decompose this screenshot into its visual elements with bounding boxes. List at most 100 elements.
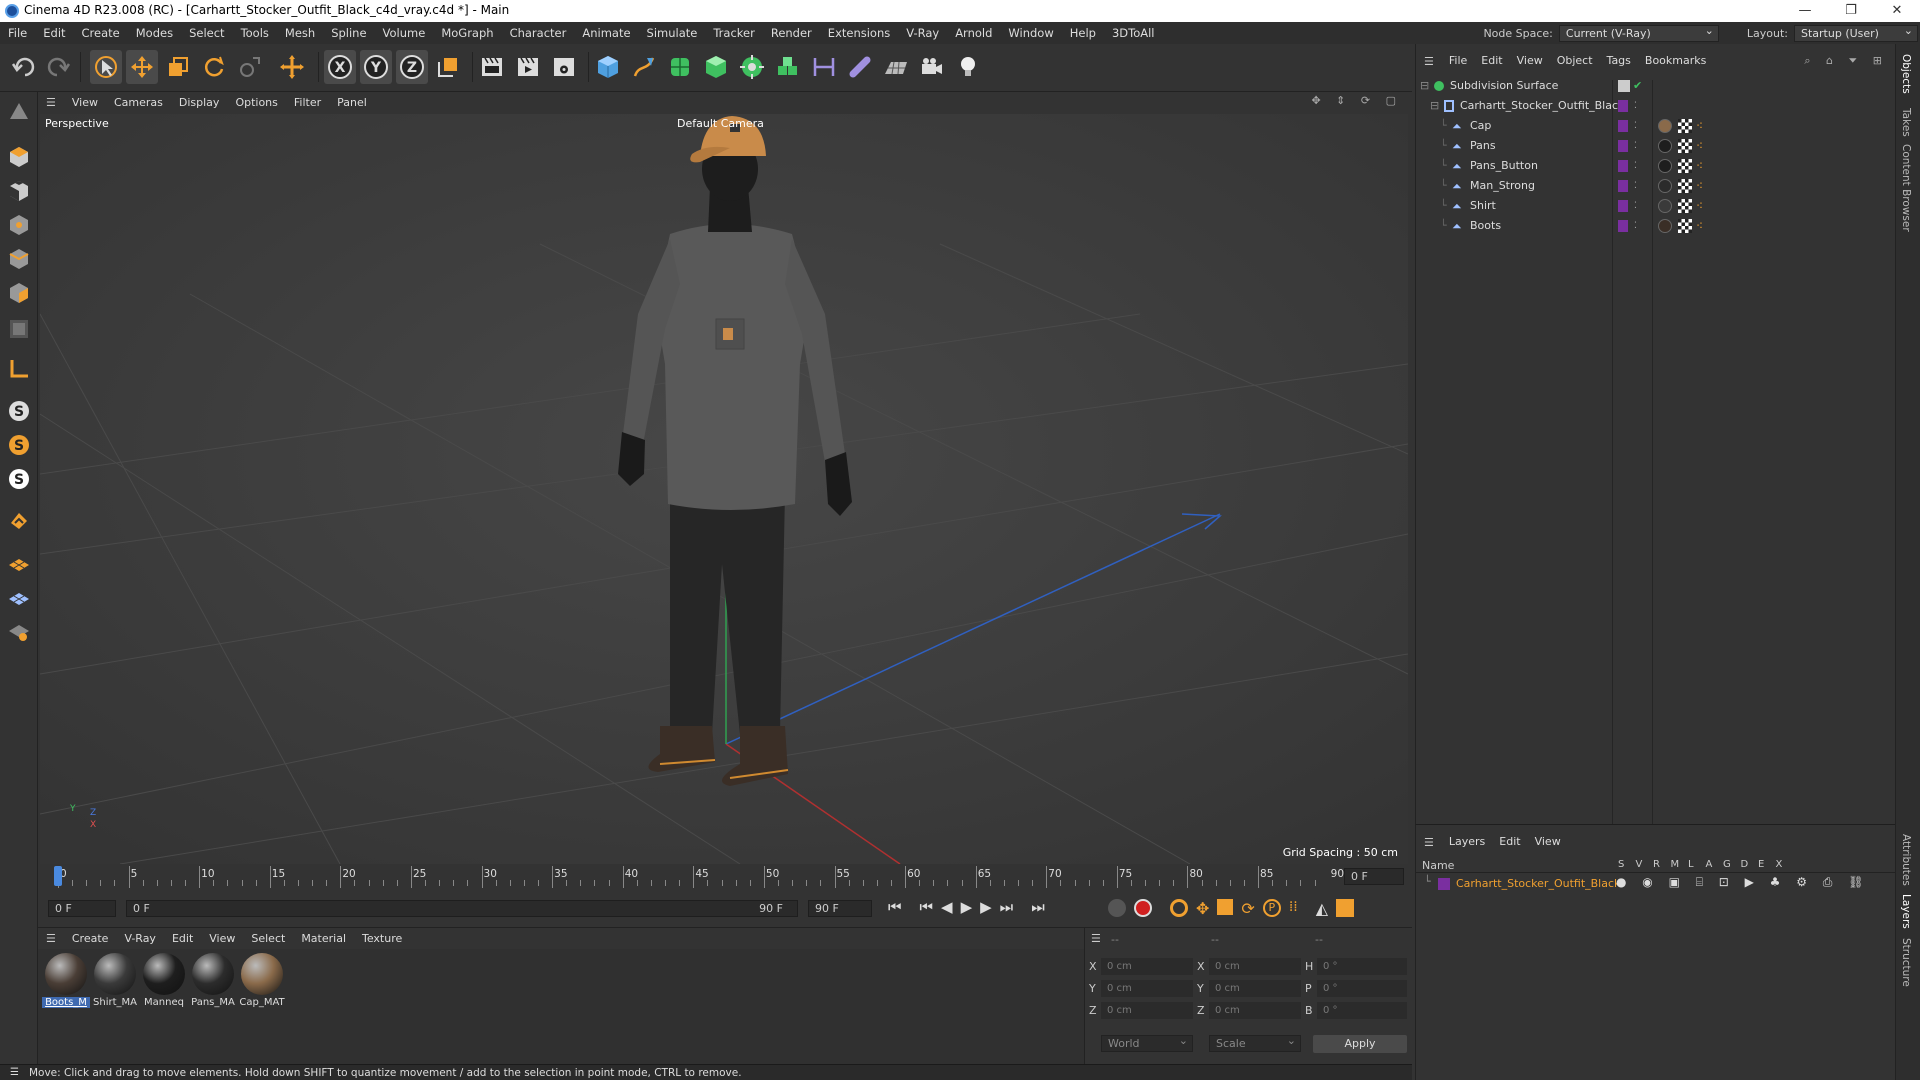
spline-pen-button[interactable]	[628, 50, 660, 84]
menu-render[interactable]: Render	[763, 22, 820, 44]
phong-tag-icon[interactable]: ⁖	[1696, 116, 1703, 136]
visibility-dots-icon[interactable]: ⁚	[1634, 216, 1637, 236]
uvw-tag-icon[interactable]	[1678, 159, 1692, 173]
menu-spline[interactable]: Spline	[323, 22, 374, 44]
material-hamburger-icon[interactable]: ☰	[38, 928, 64, 950]
uvw-tag-icon[interactable]	[1678, 119, 1692, 133]
go-to-end-button[interactable]: ⏭	[1031, 898, 1045, 916]
viewport-menu-cameras[interactable]: Cameras	[106, 92, 171, 114]
visibility-dots-icon[interactable]: ⁚	[1634, 136, 1637, 156]
layer-menu-layers[interactable]: Layers	[1442, 831, 1492, 853]
rotation-h-field[interactable]: 0 °	[1317, 958, 1407, 975]
playhead[interactable]	[54, 866, 62, 886]
motion-system-icon[interactable]: ◭	[1316, 899, 1328, 918]
object-row-subdivision-surface[interactable]: ⊟ Subdivision Surface ✔	[1416, 76, 1896, 96]
scale-tool-button[interactable]	[162, 50, 194, 84]
rotation-p-field[interactable]: 0 °	[1317, 980, 1407, 997]
object-row-pans[interactable]: └ ⏶ Pans ⁚ ⁖	[1416, 136, 1896, 156]
timeline-ruler[interactable]: 0 5 10 15 20 25 30 35 40 45 50 55 60 65 70 75 80 85 90 0 F	[38, 864, 1412, 890]
position-y-field[interactable]: 0 cm	[1101, 980, 1193, 997]
cloner-button[interactable]	[736, 50, 768, 84]
layer-name[interactable]: Carhartt_Stocker_Outfit_Black	[1456, 877, 1620, 890]
enabled-check-icon[interactable]: ✔	[1633, 76, 1642, 96]
menu-vray[interactable]: V-Ray	[898, 22, 947, 44]
material-swatch[interactable]: Manneq	[140, 953, 188, 1008]
menu-arnold[interactable]: Arnold	[947, 22, 1000, 44]
object-menu-object[interactable]: Object	[1550, 50, 1600, 72]
menu-tools[interactable]: Tools	[233, 22, 277, 44]
previous-key-button[interactable]: ⏮	[920, 898, 934, 916]
points-mode-button[interactable]	[4, 210, 34, 240]
viewport-hamburger-icon[interactable]: ☰	[38, 92, 64, 114]
viewport-nav-icons[interactable]: ✥ ⇕ ⟳ ▢	[1311, 94, 1402, 107]
menu-extensions[interactable]: Extensions	[820, 22, 898, 44]
viewport-menu-view[interactable]: View	[64, 92, 106, 114]
go-to-start-button[interactable]: ⏮	[888, 898, 902, 916]
uvw-tag-icon[interactable]	[1678, 179, 1692, 193]
object-menu-view[interactable]: View	[1510, 50, 1550, 72]
coord-system-dropdown[interactable]: World	[1101, 1033, 1193, 1052]
viewport-camera-name[interactable]: Default Camera	[677, 117, 764, 130]
visibility-dots-icon[interactable]: ⁚	[1634, 116, 1637, 136]
snap-enable-button[interactable]: S	[4, 430, 34, 460]
menu-help[interactable]: Help	[1062, 22, 1104, 44]
object-menu-file[interactable]: File	[1442, 50, 1474, 72]
current-frame-field[interactable]: 0 F	[1344, 868, 1404, 885]
tab-content-browser[interactable]: Content Browser	[1900, 144, 1912, 232]
key-rotation-icon[interactable]: ⟳	[1241, 899, 1254, 918]
material-menu-create[interactable]: Create	[64, 928, 117, 950]
layer-row[interactable]: └ Carhartt_Stocker_Outfit_Black ● ◉ ▣ ⌸ …	[1416, 875, 1896, 893]
soft-selection-button[interactable]	[4, 506, 34, 536]
undo-button[interactable]	[8, 50, 40, 84]
rotate-tool-button[interactable]	[198, 50, 230, 84]
render-picture-viewer-button[interactable]	[512, 50, 544, 84]
layer-color-swatch[interactable]	[1618, 120, 1628, 132]
lock-y-axis-button[interactable]: Y	[360, 50, 392, 84]
field-button[interactable]	[808, 50, 840, 84]
size-x-field[interactable]: 0 cm	[1209, 958, 1301, 975]
layer-color-swatch[interactable]	[1618, 100, 1628, 112]
phong-tag-icon[interactable]: ⁖	[1696, 136, 1703, 156]
key-parameter-icon[interactable]: P	[1262, 899, 1281, 917]
material-tag-icon[interactable]	[1658, 139, 1672, 153]
menu-mograph[interactable]: MoGraph	[433, 22, 501, 44]
snap-button[interactable]: S	[4, 396, 34, 426]
material-tag-icon[interactable]	[1658, 119, 1672, 133]
uvw-tag-icon[interactable]	[1678, 199, 1692, 213]
phong-tag-icon[interactable]: ⁖	[1696, 156, 1703, 176]
object-row-boots[interactable]: └ ⏶ Boots ⁚ ⁖	[1416, 216, 1896, 236]
layer-menu-edit[interactable]: Edit	[1492, 831, 1527, 853]
visibility-dots-icon[interactable]	[1618, 80, 1630, 92]
material-menu-view[interactable]: View	[201, 928, 243, 950]
menu-character[interactable]: Character	[502, 22, 575, 44]
object-row-group[interactable]: ⊟ Carhartt_Stocker_Outfit_Black ⁚	[1416, 96, 1896, 116]
tab-layers[interactable]: Layers	[1900, 894, 1912, 929]
object-menu-tags[interactable]: Tags	[1600, 50, 1638, 72]
render-view-button[interactable]	[476, 50, 508, 84]
snap-settings-button[interactable]: S	[4, 464, 34, 494]
phong-tag-icon[interactable]: ⁖	[1696, 216, 1703, 236]
scene-button[interactable]	[844, 50, 876, 84]
coordinate-system-button[interactable]	[432, 50, 464, 84]
material-menu-select[interactable]: Select	[243, 928, 293, 950]
3d-viewport[interactable]: Perspective Default Camera Grid Spacing …	[40, 114, 1408, 864]
coords-hamburger-icon[interactable]: ☰	[1091, 932, 1101, 945]
menu-create[interactable]: Create	[74, 22, 128, 44]
layer-color-swatch[interactable]	[1618, 160, 1628, 172]
layer-toggle-icons[interactable]: ● ◉ ▣ ⌸ ⊡ ▶ ♣ ⚙ ⎙ ⛓	[1616, 875, 1869, 890]
collapse-toggle-icon[interactable]: ⊟	[1430, 96, 1439, 116]
tab-structure[interactable]: Structure	[1900, 938, 1912, 987]
next-key-button[interactable]: ⏭	[1000, 898, 1014, 916]
render-settings-button[interactable]	[548, 50, 580, 84]
layout-dropdown[interactable]: Startup (User)	[1794, 23, 1918, 42]
object-search-filter-icons[interactable]: ⌕ ⌂ ⏷ ⊞	[1804, 54, 1888, 68]
material-menu-texture[interactable]: Texture	[354, 928, 410, 950]
recent-tool-button[interactable]	[234, 50, 266, 84]
layer-color-swatch[interactable]	[1618, 200, 1628, 212]
collapse-toggle-icon[interactable]: ⊟	[1420, 76, 1429, 96]
close-button[interactable]: ✕	[1874, 0, 1920, 22]
visibility-dots-icon[interactable]: ⁚	[1634, 96, 1637, 116]
material-menu-edit[interactable]: Edit	[164, 928, 201, 950]
layer-menu-view[interactable]: View	[1528, 831, 1568, 853]
record-disabled-icon[interactable]	[1108, 899, 1126, 917]
